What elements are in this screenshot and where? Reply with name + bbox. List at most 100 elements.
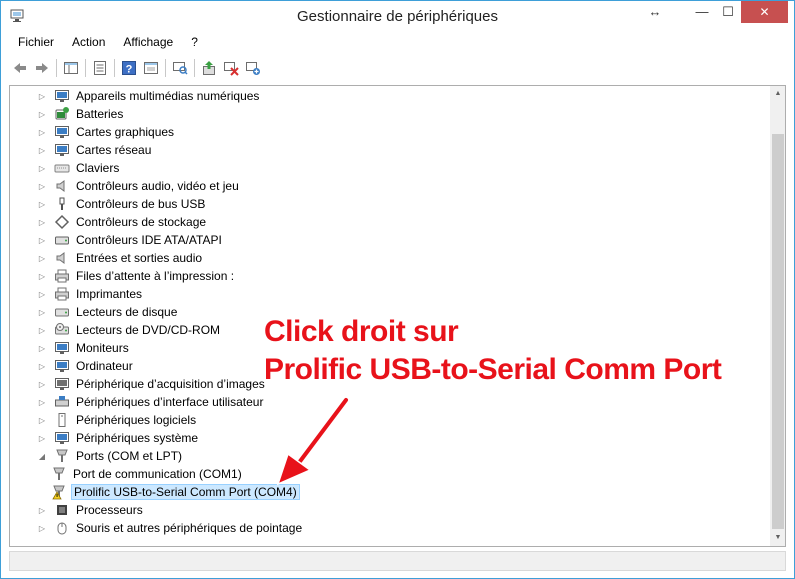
keyboard-icon — [54, 164, 70, 173]
mouse-icon — [57, 522, 67, 535]
tree-item-label: Périphérique d’acquisition d’images — [76, 377, 265, 391]
collapsed-arrow-icon[interactable]: ▷ — [37, 231, 47, 249]
collapsed-arrow-icon[interactable]: ▷ — [37, 213, 47, 231]
tree-category-item[interactable]: ◢ Ports (COM et LPT) — [37, 447, 184, 465]
tree-item-label: Périphériques d’interface utilisateur — [76, 395, 264, 409]
hid-icon — [55, 396, 69, 407]
collapsed-arrow-icon[interactable]: ▷ — [37, 285, 47, 303]
disk-drive-icon — [55, 308, 69, 317]
collapsed-arrow-icon[interactable]: ▷ — [37, 429, 47, 447]
battery-icon — [55, 107, 69, 120]
collapsed-arrow-icon[interactable]: ▷ — [37, 519, 47, 537]
menu-affichage[interactable]: Affichage — [114, 33, 182, 53]
tree-child-item[interactable]: Port de communication (COM1) — [51, 465, 244, 483]
collapsed-arrow-icon[interactable]: ▷ — [37, 141, 47, 159]
tree-category-item[interactable]: ▷ Imprimantes — [37, 285, 144, 303]
tree-child-item[interactable]: Prolific USB-to-Serial Comm Port (COM4) — [51, 483, 300, 501]
port-icon — [53, 467, 65, 480]
toolbar: ? — [9, 56, 787, 80]
tree-item-label: Claviers — [76, 161, 120, 175]
tree-item-label: Imprimantes — [76, 287, 143, 301]
printer-icon — [55, 287, 69, 301]
tree-item-label: Souris et autres périphériques de pointa… — [76, 521, 303, 535]
menu-fichier[interactable]: Fichier — [9, 33, 63, 53]
properties-icon[interactable] — [89, 57, 111, 79]
uninstall-device-icon[interactable] — [242, 57, 264, 79]
tree-category-item[interactable]: ▷ Souris et autres périphériques de point… — [37, 519, 304, 537]
tree-category-item[interactable]: ▷ Moniteurs — [37, 339, 131, 357]
tree-category-item[interactable]: ▷ Lecteurs de disque — [37, 303, 179, 321]
console-tree-icon[interactable] — [60, 57, 82, 79]
window-title: Gestionnaire de périphériques — [297, 8, 498, 25]
help-icon[interactable]: ? — [118, 57, 140, 79]
collapsed-arrow-icon[interactable]: ▷ — [37, 501, 47, 519]
tree-category-item[interactable]: ▷ Cartes réseau — [37, 141, 153, 159]
port-icon — [56, 449, 68, 462]
tree-category-item[interactable]: ▷ Processeurs — [37, 501, 145, 519]
tree-category-item[interactable]: ▷ Contrôleurs audio, vidéo et jeu — [37, 177, 241, 195]
tree-category-item[interactable]: ▷ Contrôleurs de stockage — [37, 213, 208, 231]
annotation-line-2: Prolific USB-to-Serial Comm Port — [264, 353, 722, 386]
scan-hardware-icon[interactable] — [169, 57, 191, 79]
tree-category-item[interactable]: ▷ Périphérique d’acquisition d’images — [37, 375, 267, 393]
dvd-icon — [55, 323, 69, 335]
resize-icon[interactable]: ↔ — [644, 1, 666, 23]
tree-category-item[interactable]: ▷ Contrôleurs IDE ATA/ATAPI — [37, 231, 224, 249]
close-button[interactable]: ✕ — [741, 1, 788, 23]
minimize-button[interactable]: — — [689, 1, 715, 23]
scroll-up-button[interactable]: ▲ — [770, 86, 785, 102]
imaging-device-icon — [55, 378, 69, 390]
back-icon[interactable] — [9, 57, 31, 79]
device-manager-window: Gestionnaire de périphériques ↔ — ☐ ✕ Fi… — [0, 0, 795, 579]
menu-action[interactable]: Action — [63, 33, 114, 53]
tree-category-item[interactable]: ▷ Ordinateur — [37, 357, 135, 375]
annotation-callout: Click droit sur Prolific USB-to-Serial C… — [264, 313, 722, 389]
forward-icon[interactable] — [31, 57, 53, 79]
collapsed-arrow-icon[interactable]: ▷ — [37, 195, 47, 213]
tree-category-item[interactable]: ▷ Cartes graphiques — [37, 123, 176, 141]
tree-category-item[interactable]: ▷ Lecteurs de DVD/CD-ROM — [37, 321, 222, 339]
collapsed-arrow-icon[interactable]: ▷ — [37, 321, 47, 339]
collapsed-arrow-icon[interactable]: ▷ — [37, 267, 47, 285]
tree-category-item[interactable]: ▷ Files d’attente à l’impression : — [37, 267, 236, 285]
collapsed-arrow-icon[interactable]: ▷ — [37, 87, 47, 105]
collapsed-arrow-icon[interactable]: ▷ — [37, 177, 47, 195]
tree-item-label: Processeurs — [76, 503, 143, 517]
collapsed-arrow-icon[interactable]: ▷ — [37, 249, 47, 267]
tree-category-item[interactable]: ▷ Contrôleurs de bus USB — [37, 195, 207, 213]
ide-icon — [55, 236, 69, 245]
tree-category-item[interactable]: ▷ Claviers — [37, 159, 121, 177]
tree-item-label: Contrôleurs IDE ATA/ATAPI — [76, 233, 222, 247]
scroll-down-button[interactable]: ▼ — [770, 530, 785, 546]
annotation-arrow-icon — [276, 396, 350, 486]
tree-category-item[interactable]: ▷ Périphériques logiciels — [37, 411, 198, 429]
collapsed-arrow-icon[interactable]: ▷ — [37, 375, 47, 393]
scroll-thumb[interactable] — [772, 134, 784, 529]
expanded-arrow-icon[interactable]: ◢ — [37, 447, 47, 465]
collapsed-arrow-icon[interactable]: ▷ — [37, 105, 47, 123]
network-adapter-icon — [55, 144, 69, 156]
collapsed-arrow-icon[interactable]: ▷ — [37, 357, 47, 375]
collapsed-arrow-icon[interactable]: ▷ — [37, 393, 47, 411]
tree-category-item[interactable]: ▷ Batteries — [37, 105, 125, 123]
collapsed-arrow-icon[interactable]: ▷ — [37, 123, 47, 141]
tree-category-item[interactable]: ▷ Périphériques d’interface utilisateur — [37, 393, 265, 411]
maximize-button[interactable]: ☐ — [715, 1, 741, 23]
vertical-scrollbar[interactable]: ▲ ▼ — [770, 86, 785, 546]
toolbar-separator — [56, 59, 57, 77]
collapsed-arrow-icon[interactable]: ▷ — [37, 159, 47, 177]
tree-item-label: Périphériques logiciels — [76, 413, 197, 427]
update-driver-icon[interactable] — [198, 57, 220, 79]
collapsed-arrow-icon[interactable]: ▷ — [37, 411, 47, 429]
collapsed-arrow-icon[interactable]: ▷ — [37, 339, 47, 357]
menu-help[interactable]: ? — [182, 33, 207, 53]
tree-category-item[interactable]: ▷ Périphériques système — [37, 429, 200, 447]
tree-category-item[interactable]: ▷ Entrées et sorties audio — [37, 249, 204, 267]
collapsed-arrow-icon[interactable]: ▷ — [37, 303, 47, 321]
tree-item-label: Contrôleurs de bus USB — [76, 197, 206, 211]
tree-category-item[interactable]: ▷ Appareils multimédias numériques — [37, 87, 261, 105]
disable-device-icon[interactable] — [220, 57, 242, 79]
tree-item-label: Moniteurs — [76, 341, 129, 355]
view-icon[interactable] — [140, 57, 162, 79]
processor-icon — [57, 505, 67, 515]
